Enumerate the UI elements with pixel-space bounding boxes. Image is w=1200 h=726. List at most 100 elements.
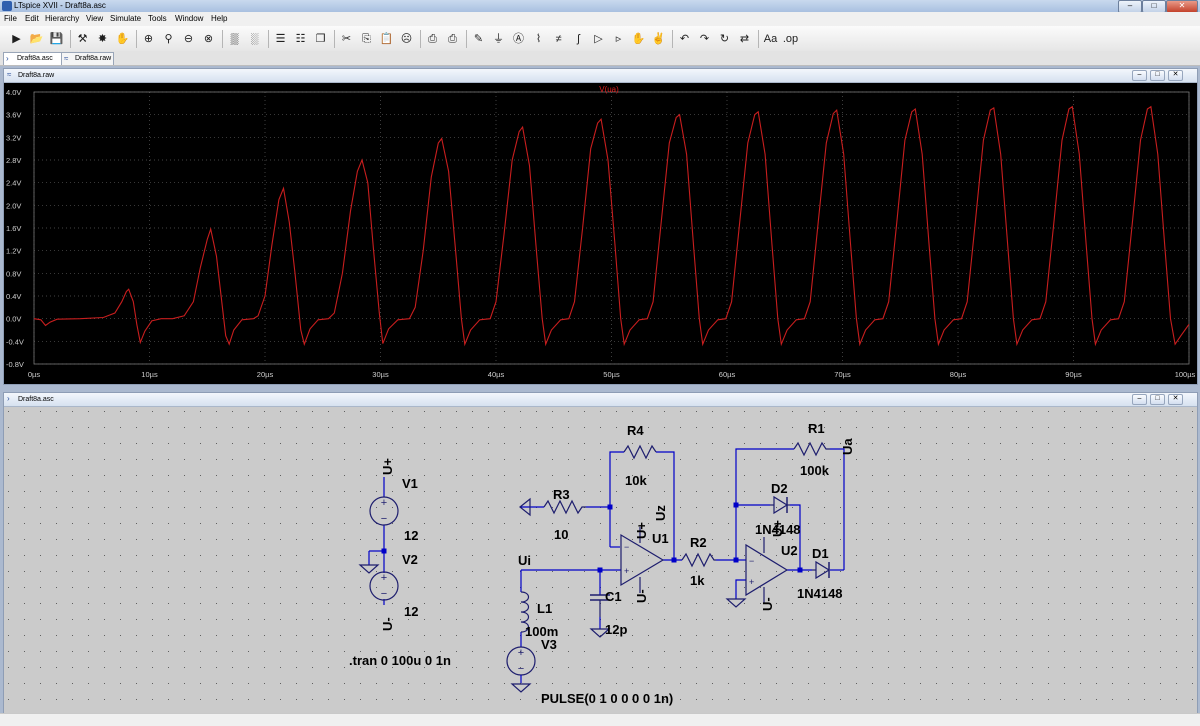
v1-plus-sign: + (381, 497, 387, 509)
resistor-icon[interactable]: ⌇ (530, 31, 547, 48)
label-net-icon[interactable]: Ⓐ (510, 31, 527, 48)
copy-icon[interactable]: ⎘ (358, 31, 375, 48)
r3-name[interactable]: R3 (553, 487, 570, 502)
redo-icon[interactable]: ↷ (696, 31, 713, 48)
capacitor-icon[interactable]: ≠ (550, 31, 567, 48)
run-icon[interactable]: ✸ (94, 31, 111, 48)
d2-name[interactable]: D2 (771, 481, 788, 496)
r3-value[interactable]: 10 (554, 527, 568, 542)
c1-value[interactable]: 12p (605, 622, 627, 637)
menu-edit[interactable]: Edit (25, 13, 39, 25)
menu-view[interactable]: View (86, 13, 103, 25)
u2-supply-minus[interactable]: U- (760, 597, 775, 611)
trace-label-v-ua[interactable]: V(ua) (599, 85, 619, 94)
ground-icon[interactable]: ⏚ (490, 31, 507, 48)
menu-help[interactable]: Help (211, 13, 227, 25)
plot-background (4, 83, 1197, 384)
mirror-icon[interactable]: ⇄ (736, 31, 753, 48)
v2-name[interactable]: V2 (402, 552, 418, 567)
ltspice-app-icon (2, 1, 12, 11)
x-tick-label: 0µs (28, 370, 40, 379)
pan-icon[interactable]: ✋ (114, 31, 131, 48)
v2-value[interactable]: 12 (404, 604, 418, 619)
net-label-ua[interactable]: Ua (840, 438, 855, 455)
zoom-icon[interactable]: ⚲ (160, 31, 177, 48)
waveform-plot[interactable]: 4.0V 3.6V 3.2V 2.8V 2.4V 2.0V 1.6V 1.2V 0.8V 0.4V… (4, 83, 1197, 384)
u1-supply-plus[interactable]: U+ (634, 522, 649, 539)
spice-directive-icon[interactable]: .op (782, 31, 799, 48)
open-folder-icon[interactable]: 📂 (28, 31, 45, 48)
tile-vertical-icon[interactable]: ☷ (292, 31, 309, 48)
control-panel-icon[interactable]: ⚒ (74, 31, 91, 48)
r1-value[interactable]: 100k (800, 463, 830, 478)
fit-icon[interactable]: ░ (246, 31, 263, 48)
v1-name[interactable]: V1 (402, 476, 418, 491)
autorange-icon[interactable]: ▒ (226, 31, 243, 48)
v1-value[interactable]: 12 (404, 528, 418, 543)
print-icon[interactable]: ⎙ (424, 31, 441, 48)
undo-icon[interactable]: ↶ (676, 31, 693, 48)
tile-horizontal-icon[interactable]: ☰ (272, 31, 289, 48)
r2-value[interactable]: 1k (690, 573, 705, 588)
text-icon[interactable]: Aa (762, 31, 779, 48)
draw-wire-icon[interactable]: ✎ (470, 31, 487, 48)
tab-draft8a-asc[interactable]: › Draft8a.asc (3, 52, 63, 65)
menu-hierarchy[interactable]: Hierarchy (45, 13, 79, 25)
cut-icon[interactable]: ✂ (338, 31, 355, 48)
paste-icon[interactable]: 📋 (378, 31, 395, 48)
net-label-uz[interactable]: Uz (653, 505, 668, 521)
zoom-out-icon[interactable]: ⊖ (180, 31, 197, 48)
toolbar-separator (420, 30, 421, 48)
d1-value[interactable]: 1N4148 (797, 586, 843, 601)
r4-value[interactable]: 10k (625, 473, 647, 488)
save-icon[interactable]: 💾 (48, 31, 65, 48)
x-tick-label: 10µs (141, 370, 158, 379)
tab-label: Draft8a.asc (17, 55, 53, 62)
waveform-window-title: Draft8a.raw (18, 72, 55, 79)
r4-name[interactable]: R4 (627, 423, 644, 438)
u2-supply-plus[interactable]: U+ (770, 520, 785, 537)
waveform-close-button[interactable]: ✕ (1168, 70, 1183, 81)
menu-tools[interactable]: Tools (148, 13, 167, 25)
inductor-icon[interactable]: ʃ (570, 31, 587, 48)
u1-name[interactable]: U1 (652, 531, 669, 546)
u2-name[interactable]: U2 (781, 543, 798, 558)
c1-name[interactable]: C1 (605, 589, 622, 604)
net-label-ui[interactable]: Ui (518, 553, 531, 568)
u1-supply-minus[interactable]: U- (634, 589, 649, 603)
rotate-icon[interactable]: ↻ (716, 31, 733, 48)
find-icon[interactable]: ☹ (398, 31, 415, 48)
menu-file[interactable]: File (4, 13, 17, 25)
diode-icon[interactable]: ▷ (590, 31, 607, 48)
component-icon[interactable]: ▹ (610, 31, 627, 48)
waveform-restore-button[interactable]: □ (1150, 70, 1165, 81)
menu-simulate[interactable]: Simulate (110, 13, 141, 25)
waveform-window-icon: ≈ (7, 70, 12, 79)
zoom-cancel-icon[interactable]: ⊗ (200, 31, 217, 48)
waveform-minimize-button[interactable]: – (1132, 70, 1147, 81)
net-label-uminus[interactable]: U- (380, 617, 395, 631)
r1-name[interactable]: R1 (808, 421, 825, 436)
tab-draft8a-raw[interactable]: ≈ Draft8a.raw (61, 52, 114, 65)
schematic-close-button[interactable]: ✕ (1168, 394, 1183, 405)
move-icon[interactable]: ✋ (630, 31, 647, 48)
v3-value[interactable]: PULSE(0 1 0 0 0 0 1n) (541, 691, 673, 706)
schematic-minimize-button[interactable]: – (1132, 394, 1147, 405)
r2-name[interactable]: R2 (690, 535, 707, 550)
d1-name[interactable]: D1 (812, 546, 829, 561)
net-label-uplus-v1[interactable]: U+ (380, 458, 395, 475)
v3-name[interactable]: V3 (541, 637, 557, 652)
l1-name[interactable]: L1 (537, 601, 552, 616)
new-schematic-icon[interactable]: ▶ (8, 31, 25, 48)
schematic-restore-button[interactable]: □ (1150, 394, 1165, 405)
schematic-canvas[interactable]: + − + − − + + − − + U+ V1 12 V2 12 U- .t… (4, 407, 1197, 714)
zoom-in-icon[interactable]: ⊕ (140, 31, 157, 48)
menu-window[interactable]: Window (175, 13, 203, 25)
document-tab-bar: › Draft8a.asc ≈ Draft8a.raw (0, 51, 1200, 66)
spice-directive-tran[interactable]: .tran 0 100u 0 1n (349, 653, 451, 668)
u2-minus-input-sign: − (749, 556, 754, 566)
cascade-icon[interactable]: ❐ (312, 31, 329, 48)
print-setup-icon[interactable]: ⎙ (444, 31, 461, 48)
v1-minus-sign: − (381, 513, 387, 525)
drag-icon[interactable]: ✌ (650, 31, 667, 48)
